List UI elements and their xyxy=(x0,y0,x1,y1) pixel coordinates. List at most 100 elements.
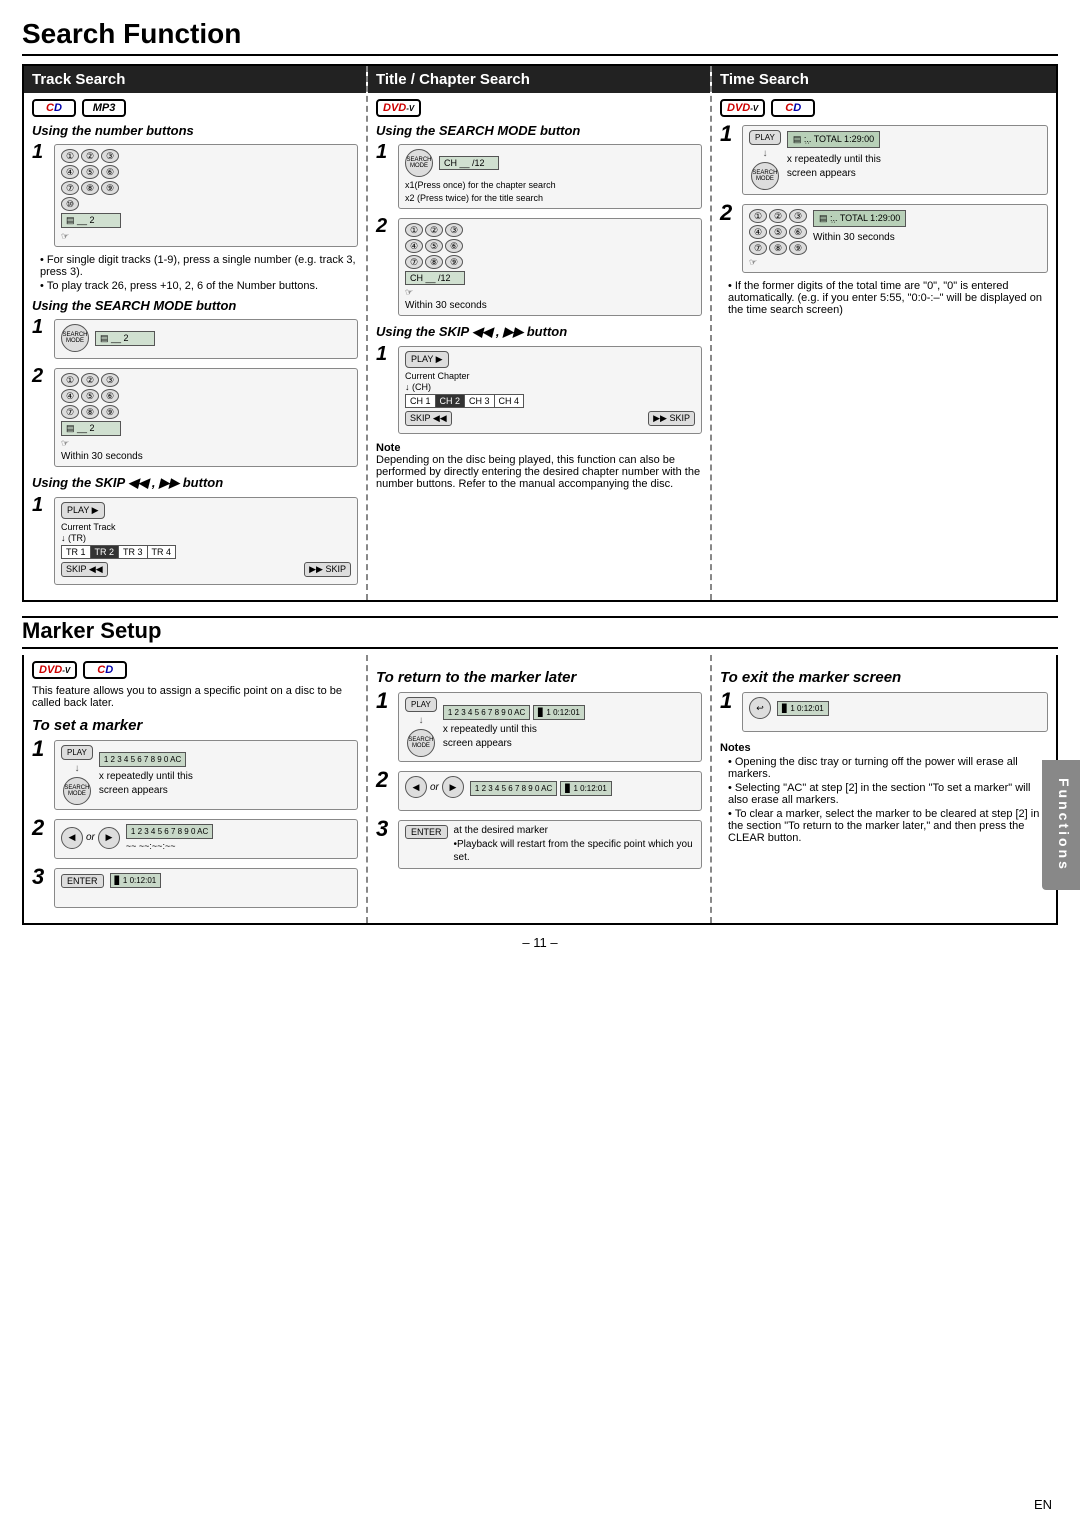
number-note-2: To play track 26, press +10, 2, 6 of the… xyxy=(40,280,358,292)
key-9: ⑨ xyxy=(101,181,119,195)
set-marker-device-1: PLAY ↓ SEARCH MODE 1 2 3 4 5 6 7 8 9 0 A… xyxy=(54,740,358,810)
exit-marker-notes: Notes Opening the disc tray or turning o… xyxy=(720,742,1048,844)
set-marker-col: DVD-V CD This feature allows you to assi… xyxy=(24,655,368,923)
title-screen-1: CH __ /12 xyxy=(439,156,499,170)
track-step-1: 1 ① ② ③ ④ ⑤ ⑥ ⑦ ⑧ xyxy=(32,142,358,249)
track-search-step-2: 2 ① ② ③ ④ ⑤ ⑥ ⑦ ⑧ xyxy=(32,366,358,469)
exit-note-3: To clear a marker, select the marker to … xyxy=(728,808,1048,844)
return-marker-device-3: ENTER at the desired marker •Playback wi… xyxy=(398,820,702,869)
return-marker-device-1: PLAY ↓ SEARCH MODE 1 2 3 4 5 6 7 8 9 0 A… xyxy=(398,692,702,762)
search-section: Track Search CD MP3 Using the number but… xyxy=(22,64,1058,602)
skip-right-btn-track: ▶▶ SKIP xyxy=(304,562,351,577)
play-btn-return: PLAY xyxy=(405,697,437,712)
skip-left-btn-track: SKIP ◀◀ xyxy=(61,562,108,577)
track-skip-diagram: PLAY ▶ Current Track ↓ (TR) TR 1 TR 2 TR… xyxy=(54,497,358,585)
ch-skip-diagram: PLAY ▶ Current Chapter ↓ (CH) CH 1 CH 2 … xyxy=(398,346,702,434)
en-label: EN xyxy=(1034,1497,1052,1512)
play-button-ch: PLAY ▶ xyxy=(405,351,449,368)
cd-icon-marker: CD xyxy=(83,661,127,679)
exit-marker-device-1: ↩ ▊ 1 0:12:01 xyxy=(742,692,1048,732)
time-screen-1: ▤ :.̣.̣ TOTAL 1:29:00 xyxy=(787,131,880,148)
skip-right-btn-ch: ▶▶ SKIP xyxy=(648,411,695,426)
track-disc-icons: CD MP3 xyxy=(32,99,358,117)
skip-left-btn-ch: SKIP ◀◀ xyxy=(405,411,452,426)
marker-subtitle-screen: ~~ ~~:~~:~~ xyxy=(126,841,213,851)
track-search-col: Track Search CD MP3 Using the number but… xyxy=(24,66,368,600)
time-screen-2: ▤ :.̣.̣ TOTAL 1:29:00 xyxy=(813,210,906,227)
time-search-col: Time Search DVD-V CD 1 xyxy=(712,66,1056,600)
track-screen-1: ▤ __ 2 xyxy=(61,213,121,228)
track-search-step-1: 1 SEARCH MODE ▤ __ 2 xyxy=(32,317,358,361)
title-disc-icons: DVD-V xyxy=(376,99,702,117)
finger-icon-2: ☞ xyxy=(61,438,351,449)
skip-btn-title-ch: Using the SKIP ◀◀ , ▶▶ button xyxy=(376,324,702,340)
title-search-step-2: 2 ① ② ③ ④ ⑤ ⑥ ⑦ ⑧ xyxy=(376,216,702,318)
return-marker-screen-1: 1 2 3 4 5 6 7 8 9 0 AC xyxy=(443,705,530,720)
dvdv-icon-time: DVD-V xyxy=(720,99,765,117)
ch-arrow: ↓ (CH) xyxy=(405,382,695,392)
play-btn-marker: PLAY xyxy=(61,745,93,760)
desired-marker-note: at the desired marker xyxy=(454,825,695,836)
key-0: ⑩ xyxy=(61,197,79,211)
track-skip-step-1: 1 PLAY ▶ Current Track ↓ (TR) TR 1 xyxy=(32,495,358,587)
enter-btn-return: ENTER xyxy=(405,825,448,839)
return-marker-device-2: ◀ or ▶ 1 2 3 4 5 6 7 8 9 0 AC ▊ 1 0:12:0… xyxy=(398,771,702,811)
key-1: ① xyxy=(61,149,79,163)
key-3: ③ xyxy=(101,149,119,163)
exit-marker-screen-1: ▊ 1 0:12:01 xyxy=(777,701,829,716)
ch-bar: CH 1 CH 2 CH 3 CH 4 xyxy=(405,394,524,408)
number-buttons-title: Using the number buttons xyxy=(32,123,358,138)
note-head-title: Note xyxy=(376,442,400,454)
track-bar: TR 1 TR 2 TR 3 TR 4 xyxy=(61,545,176,559)
key-7: ⑦ xyxy=(61,181,79,195)
down-arrow-time: ↓ xyxy=(762,148,767,159)
notes-head-exit: Notes xyxy=(720,742,1048,754)
title-within-30: Within 30 seconds xyxy=(405,300,695,311)
title-search-mode-btn: SEARCH MODE xyxy=(405,149,433,177)
track-number-keypad: ① ② ③ ④ ⑤ ⑥ ⑦ ⑧ ⑨ ⑩ ▤ __ 2 xyxy=(54,144,358,247)
set-marker-step-3: 3 ENTER ▊ 1 0:12:01 xyxy=(32,866,358,910)
search-mode-button: SEARCH MODE xyxy=(61,324,89,352)
return-repeat-note: x repeatedly until thisscreen appears xyxy=(443,723,585,751)
cd-icon: CD xyxy=(32,99,76,117)
marker-intro: This feature allows you to assign a spec… xyxy=(32,685,358,709)
time-within-30: Within 30 seconds xyxy=(813,232,906,243)
track-screen-search-2: ▤ __ 2 xyxy=(61,421,121,436)
title-screen-2: CH __ /12 xyxy=(405,271,465,285)
play-button-track: PLAY ▶ xyxy=(61,502,105,519)
playback-restart-note: •Playback will restart from the specific… xyxy=(454,838,695,864)
title-search-device-2: ① ② ③ ④ ⑤ ⑥ ⑦ ⑧ ⑨ CH __ /12 ☞ xyxy=(398,218,702,316)
number-note-1: For single digit tracks (1-9), press a s… xyxy=(40,254,358,278)
within-30-sec: Within 30 seconds xyxy=(61,451,351,462)
title-chapter-note: Note Depending on the disc being played,… xyxy=(376,442,702,490)
set-marker-subtitle: To set a marker xyxy=(32,717,358,734)
exit-marker-step-1: 1 ↩ ▊ 1 0:12:01 xyxy=(720,690,1048,734)
track-search-mode-device-1: SEARCH MODE ▤ __ 2 xyxy=(54,319,358,359)
search-mode-btn-return: SEARCH MODE xyxy=(407,729,435,757)
key-8: ⑧ xyxy=(81,181,99,195)
nav-right-btn-return: ▶ xyxy=(442,776,464,798)
nav-left-btn-return: ◀ xyxy=(405,776,427,798)
time-note: If the former digits of the total time a… xyxy=(728,280,1048,316)
search-mode-title: Using the SEARCH MODE button xyxy=(32,298,358,313)
mp3-icon: MP3 xyxy=(82,99,126,117)
finger-icon-time: ☞ xyxy=(749,257,807,268)
current-ch-label: Current Chapter xyxy=(405,371,695,381)
set-marker-step-1: 1 PLAY ↓ SEARCH MODE xyxy=(32,738,358,812)
title-chapter-header: Title / Chapter Search xyxy=(368,66,710,93)
key-4: ④ xyxy=(61,165,79,179)
set-marker-device-3: ENTER ▊ 1 0:12:01 xyxy=(54,868,358,908)
skip-btn-title-track: Using the SKIP ◀◀ , ▶▶ button xyxy=(32,475,358,491)
key-2: ② xyxy=(81,149,99,163)
key-5: ⑤ xyxy=(81,165,99,179)
title-chapter-col: Title / Chapter Search DVD-V Using the S… xyxy=(368,66,712,600)
return-marker-col: To return to the marker later 1 PLAY ↓ xyxy=(368,655,712,923)
return-marker-screen-2: 1 2 3 4 5 6 7 8 9 0 AC xyxy=(470,781,557,796)
time-step-2: 2 ① ② ③ ④ ⑤ xyxy=(720,202,1048,275)
track-search-header: Track Search xyxy=(24,66,366,93)
search-mode-btn-time: SEARCH MODE xyxy=(751,162,779,190)
finger-icon: ☞ xyxy=(61,231,351,242)
title-press-note: x1(Press once) for the chapter searchx2 … xyxy=(405,179,695,204)
enter-btn-marker: ENTER xyxy=(61,874,104,888)
functions-side-tab: Functions xyxy=(1042,760,1080,890)
